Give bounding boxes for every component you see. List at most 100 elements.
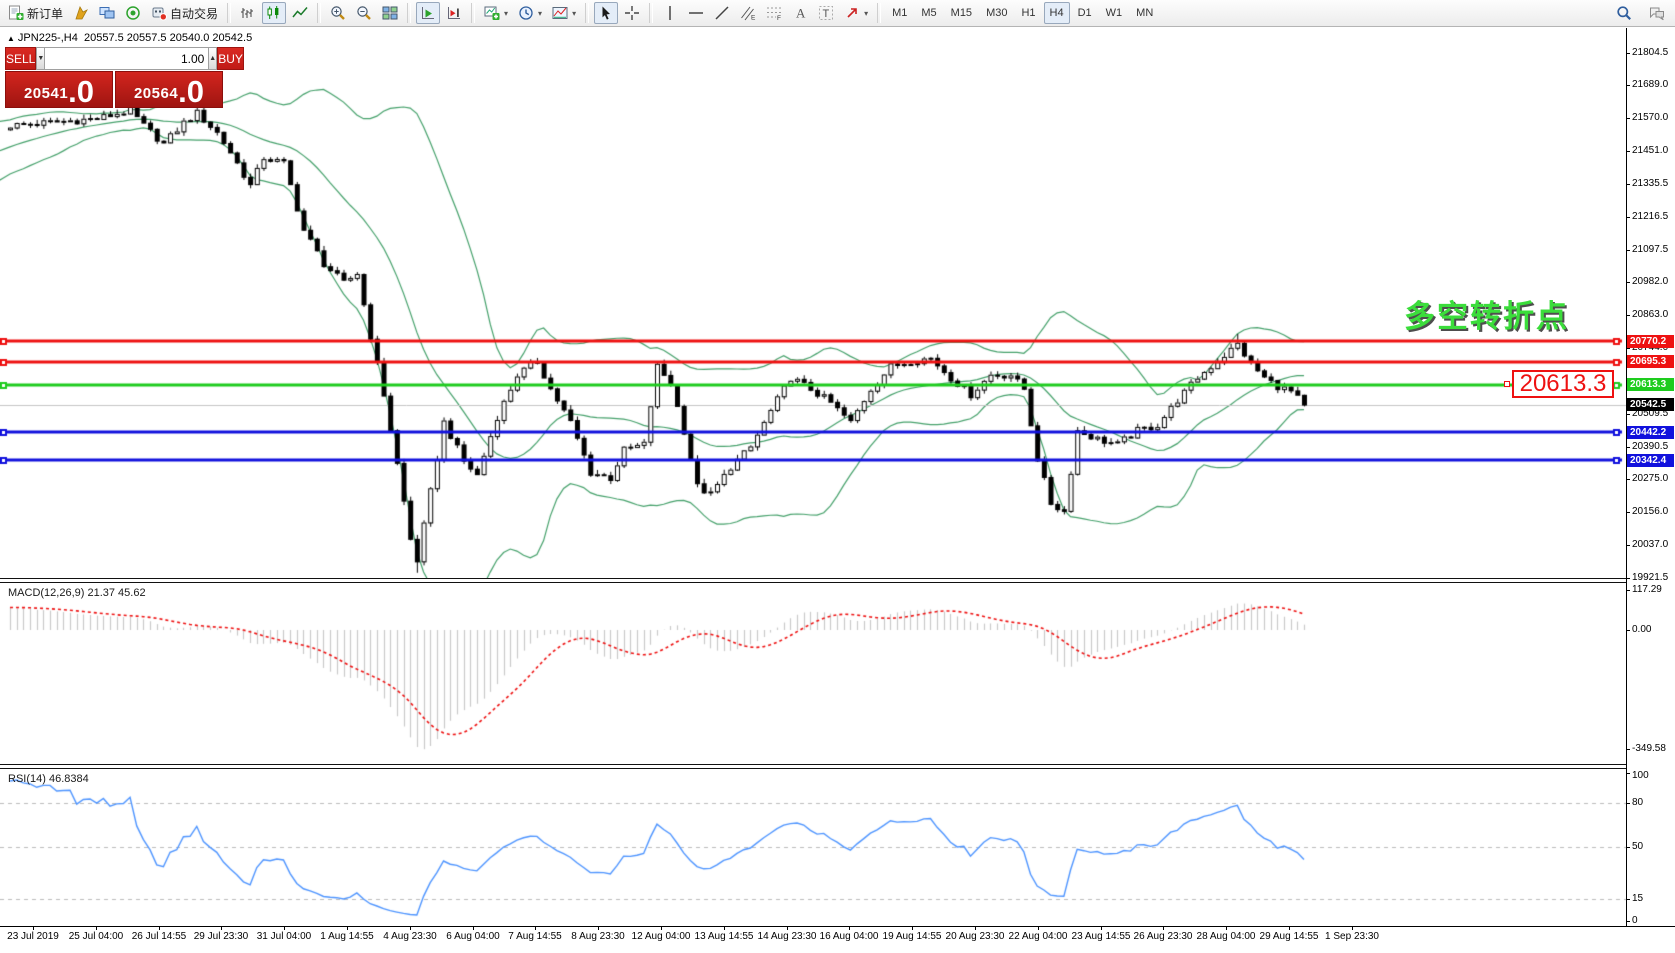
toolbar-separator bbox=[407, 3, 411, 23]
new-chart-icon bbox=[484, 5, 500, 21]
button-label: H1 bbox=[1021, 7, 1035, 19]
timeframe-w1[interactable]: W1 bbox=[1100, 2, 1129, 24]
collapse-arrow-icon[interactable]: ▲ bbox=[7, 34, 15, 43]
axis-tick-mark bbox=[1626, 315, 1630, 316]
buy-button[interactable]: BUY bbox=[217, 47, 244, 70]
axis-tick-mark bbox=[535, 926, 536, 930]
dropdown-caret-icon[interactable]: ▾ bbox=[572, 9, 576, 18]
timeframe-h4[interactable]: H4 bbox=[1044, 2, 1070, 24]
axis-tick-mark bbox=[1626, 447, 1630, 448]
terminal-button[interactable] bbox=[95, 2, 119, 24]
axis-tick-mark bbox=[221, 926, 222, 930]
sell-price-display[interactable]: 20541 .0 bbox=[5, 71, 113, 108]
timeframe-m30[interactable]: M30 bbox=[980, 2, 1013, 24]
bar-chart-button[interactable] bbox=[236, 2, 260, 24]
macd-axis-label: -349.58 bbox=[1632, 743, 1666, 754]
chat-button[interactable] bbox=[1645, 2, 1669, 24]
button-label: 自动交易 bbox=[170, 5, 218, 22]
timeframe-h1[interactable]: H1 bbox=[1015, 2, 1041, 24]
axis-tick-mark bbox=[1626, 217, 1630, 218]
chart-shift-button[interactable] bbox=[442, 2, 466, 24]
price-tick-label: 21570.0 bbox=[1632, 112, 1668, 123]
timeframe-mn[interactable]: MN bbox=[1130, 2, 1159, 24]
timeframe-m15[interactable]: M15 bbox=[945, 2, 978, 24]
new-order-icon bbox=[8, 5, 24, 21]
dropdown-caret-icon[interactable]: ▾ bbox=[504, 9, 508, 18]
macd-panel-canvas[interactable] bbox=[0, 583, 1626, 764]
axis-tick-mark bbox=[1626, 630, 1630, 631]
panel-separator[interactable] bbox=[0, 578, 1626, 583]
button-label: 新订单 bbox=[27, 5, 63, 22]
search-button[interactable] bbox=[1612, 2, 1636, 24]
templates-button[interactable]: ▾ bbox=[548, 2, 580, 24]
text-a-icon: A bbox=[792, 5, 808, 21]
cursor-button[interactable] bbox=[594, 2, 618, 24]
annotation-anchor-icon[interactable] bbox=[1504, 381, 1510, 387]
toolbar-separator bbox=[317, 3, 321, 23]
panel-separator[interactable] bbox=[0, 764, 1626, 769]
axis-tick-mark bbox=[1626, 749, 1630, 750]
dropdown-caret-icon[interactable]: ▾ bbox=[538, 9, 542, 18]
channel-button[interactable]: E bbox=[736, 2, 760, 24]
arrows-button[interactable]: ▾ bbox=[840, 2, 872, 24]
axis-tick-mark bbox=[96, 926, 97, 930]
terminal-icon bbox=[99, 5, 115, 21]
search-icon bbox=[1616, 5, 1632, 21]
turning-point-annotation[interactable]: 多空转折点 bbox=[1404, 291, 1569, 336]
time-axis-label: 23 Aug 14:55 bbox=[1072, 931, 1131, 942]
timeframe-m5[interactable]: M5 bbox=[915, 2, 942, 24]
zoom-in-button[interactable] bbox=[326, 2, 350, 24]
time-axis-label: 29 Aug 14:55 bbox=[1260, 931, 1319, 942]
horizontal-line-button[interactable] bbox=[684, 2, 708, 24]
metaeditor-button[interactable] bbox=[69, 2, 93, 24]
fibonacci-button[interactable]: F bbox=[762, 2, 786, 24]
volume-decrease-button[interactable]: ▼ bbox=[36, 47, 45, 70]
price-tick-label: 20863.0 bbox=[1632, 309, 1668, 320]
symbol-ohlc-values: 20557.5 20557.5 20540.0 20542.5 bbox=[84, 32, 252, 44]
axis-tick-mark bbox=[849, 926, 850, 930]
main-toolbar: 新订单 自动交易 ▾ ▾ ▾ E F AT ▾ M1M5M15M30 H1 H4D1W1MN bbox=[0, 0, 1675, 27]
time-axis-label: 25 Jul 04:00 bbox=[69, 931, 124, 942]
trendline-button[interactable] bbox=[710, 2, 734, 24]
axis-tick-mark bbox=[1626, 85, 1630, 86]
sell-button[interactable]: SELL bbox=[5, 47, 36, 70]
time-axis-label: 6 Aug 04:00 bbox=[446, 931, 499, 942]
vertical-line-button[interactable] bbox=[658, 2, 682, 24]
chart-shift-icon bbox=[446, 5, 462, 21]
sell-price-main: 20541 bbox=[24, 85, 68, 102]
toolbar-separator bbox=[649, 3, 653, 23]
price-tick-label: 21804.5 bbox=[1632, 47, 1668, 58]
new-order-button[interactable]: 新订单 bbox=[4, 2, 67, 24]
tile-windows-button[interactable] bbox=[378, 2, 402, 24]
fibo-icon: F bbox=[766, 5, 782, 21]
timeframe-m1[interactable]: M1 bbox=[886, 2, 913, 24]
label-button[interactable]: T bbox=[814, 2, 838, 24]
axis-tick-mark bbox=[1626, 414, 1630, 415]
rsi-panel-canvas[interactable] bbox=[0, 769, 1626, 922]
axis-tick-mark bbox=[1626, 53, 1630, 54]
signals-button[interactable] bbox=[121, 2, 145, 24]
periods-button[interactable]: ▾ bbox=[514, 2, 546, 24]
candlestick-chart-button[interactable] bbox=[262, 2, 286, 24]
axis-tick-mark bbox=[410, 926, 411, 930]
time-axis-label: 8 Aug 23:30 bbox=[571, 931, 624, 942]
time-axis-label: 26 Aug 23:30 bbox=[1134, 931, 1193, 942]
text-button[interactable]: A bbox=[788, 2, 812, 24]
price-label-annotation[interactable]: 20613.3 bbox=[1512, 370, 1614, 398]
volume-increase-button[interactable]: ▲ bbox=[208, 47, 217, 70]
toolbar-right-group bbox=[1611, 2, 1670, 24]
volume-input[interactable] bbox=[45, 47, 208, 70]
one-click-trading-panel: SELL ▼ ▲ BUY 20541 .0 20564 .0 bbox=[5, 47, 223, 108]
buy-price-display[interactable]: 20564 .0 bbox=[115, 71, 223, 108]
auto-trading-button[interactable]: 自动交易 bbox=[147, 2, 222, 24]
auto-scroll-button[interactable] bbox=[416, 2, 440, 24]
crosshair-button[interactable] bbox=[620, 2, 644, 24]
line-chart-button[interactable] bbox=[288, 2, 312, 24]
chat-icon bbox=[1649, 5, 1665, 21]
new-chart-button[interactable]: ▾ bbox=[480, 2, 512, 24]
main-chart-canvas[interactable] bbox=[0, 44, 1626, 578]
svg-text:F: F bbox=[777, 15, 781, 21]
timeframe-d1[interactable]: D1 bbox=[1072, 2, 1098, 24]
dropdown-caret-icon[interactable]: ▾ bbox=[864, 9, 868, 18]
zoom-out-button[interactable] bbox=[352, 2, 376, 24]
